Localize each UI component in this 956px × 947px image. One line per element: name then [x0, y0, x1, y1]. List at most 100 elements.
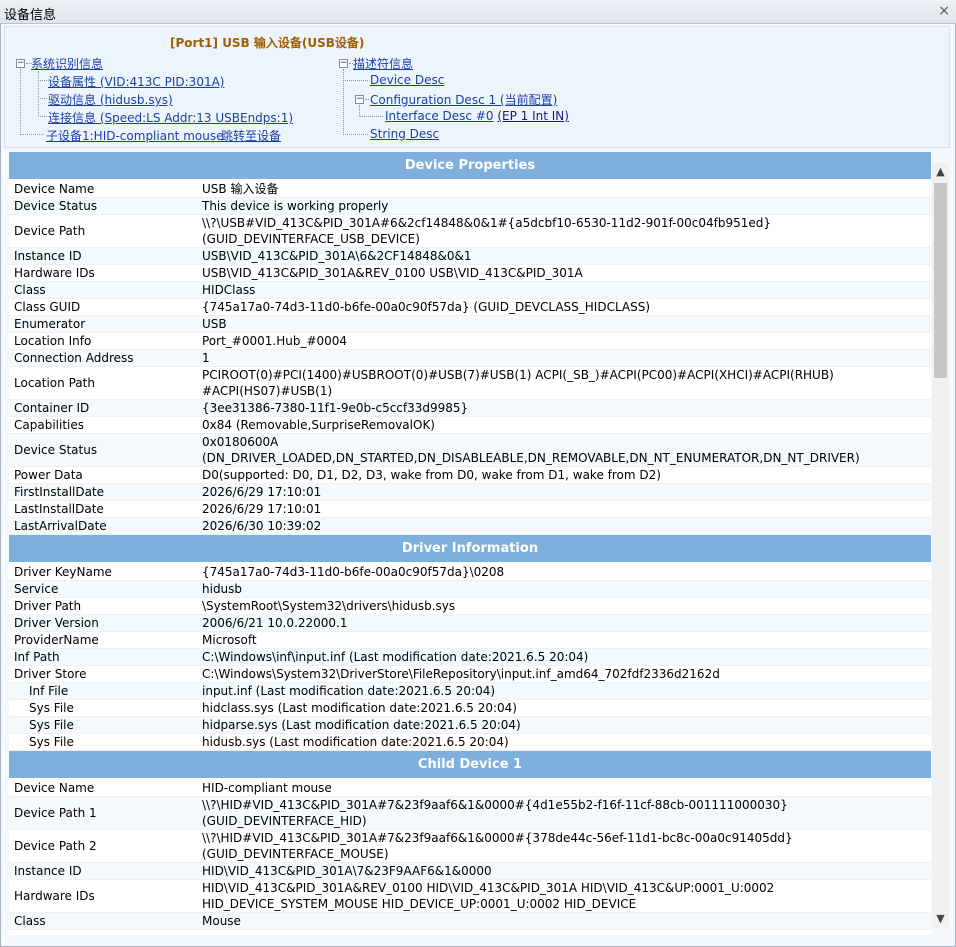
property-value-line: (DN_DRIVER_LOADED,DN_STARTED,DN_DISABLEA… — [202, 451, 860, 465]
property-value: Mouse — [199, 913, 931, 929]
property-key: Location Path — [14, 376, 95, 390]
property-key: Sys File — [29, 718, 74, 732]
property-row: Container ID {3ee31386-7380-11f1-9e0b-c5c… — [9, 400, 931, 417]
tree-device-properties[interactable]: 设备属性 (VID:413C PID:301A) — [48, 75, 224, 89]
port-title: [Port1] USB 输入设备(USB设备) — [170, 36, 365, 50]
property-value-line: C:\Windows\System32\DriverStore\FileRepo… — [202, 667, 720, 681]
property-value-line: \\?\HID#VID_413C&PID_301A#7&23f9aaf6&1&0… — [202, 798, 788, 812]
property-key: Class — [14, 914, 46, 928]
property-row: Device Status This device is working prop… — [9, 198, 931, 215]
tree-string-desc[interactable]: String Desc — [370, 127, 439, 141]
property-value: 0x84 (Removable,SurpriseRemovalOK) — [199, 417, 931, 433]
tree-interface-endpoint[interactable]: (EP 1 Int IN) — [497, 109, 569, 123]
property-value: \\?\USB#VID_413C&PID_301A#6&2cf14848&0&1… — [199, 215, 931, 247]
property-key: Hardware IDs — [14, 266, 95, 280]
property-row: Driver Version 2006/6/21 10.0.22000.1 — [9, 615, 931, 632]
property-value-line: D0(supported: D0, D1, D2, D3, wake from … — [202, 468, 661, 482]
property-row: Device Path 1 \\?\HID#VID_413C&PID_301A#7… — [9, 797, 931, 830]
property-value-line: hidusb — [202, 582, 243, 596]
property-row: Location Path PCIROOT(0)#PCI(1400)#USBROO… — [9, 367, 931, 400]
property-value-line: HID\VID_413C&PID_301A\7&23F9AAF6&1&0000 — [202, 864, 492, 878]
property-value: Port_#0001.Hub_#0004 — [199, 333, 931, 349]
property-value: PCIROOT(0)#PCI(1400)#USBROOT(0)#USB(7)#U… — [199, 367, 931, 399]
property-key: Driver Version — [14, 616, 99, 630]
property-value: 1 — [199, 350, 931, 366]
properties-view: Device Properties Device Name USB 输入设备 Devi… — [9, 152, 931, 935]
property-row: LastArrivalDate 2026/6/30 10:39:02 — [9, 518, 931, 535]
property-row: Class HIDClass — [9, 282, 931, 299]
expand-descriptors-icon[interactable]: − — [339, 59, 348, 68]
property-key: Location Info — [14, 334, 92, 348]
property-key: Hardware IDs — [14, 889, 95, 903]
scroll-thumb[interactable] — [934, 183, 947, 378]
window-title: 设备信息 — [4, 8, 57, 23]
property-value-line: \SystemRoot\System32\drivers\hidusb.sys — [202, 599, 456, 613]
section-header: Device Properties — [9, 152, 931, 179]
tree-config-desc[interactable]: Configuration Desc 1 (当前配置) — [370, 93, 557, 107]
property-key: Device Path 1 — [14, 806, 97, 820]
property-key: Instance ID — [14, 249, 82, 263]
property-row: Sys File hidusb.sys (Last modification da… — [9, 734, 931, 751]
section-device-properties: Device Properties Device Name USB 输入设备 Devi… — [9, 152, 931, 535]
property-row: Device Name USB 输入设备 — [9, 181, 931, 198]
property-value: {745a17a0-74d3-11d0-b6fe-00a0c90f57da} (… — [199, 299, 931, 315]
tree-driver-info[interactable]: 驱动信息 (hidusb.sys) — [48, 93, 173, 107]
tree-child-device[interactable]: 子设备1:HID-compliant mouse — [46, 129, 223, 143]
property-value-line: Mouse — [202, 914, 241, 928]
property-row: Driver KeyName {745a17a0-74d3-11d0-b6fe-0… — [9, 564, 931, 581]
property-value: 2026/6/30 10:39:02 — [199, 518, 931, 534]
property-value: input.inf (Last modification date:2021.6… — [199, 683, 931, 699]
section-child-device: Child Device 1 Device Name HID-compliant m… — [9, 751, 931, 930]
property-value-line: (GUID_DEVINTERFACE_USB_DEVICE) — [202, 232, 420, 246]
tree-interface-desc[interactable]: Interface Desc #0 — [385, 109, 494, 123]
scroll-down-icon[interactable]: ▼ — [932, 910, 949, 927]
property-row: LastInstallDate 2026/6/29 17:10:01 — [9, 501, 931, 518]
property-value-line: HID_DEVICE_SYSTEM_MOUSE HID_DEVICE_UP:00… — [202, 897, 637, 911]
property-row: Service hidusb — [9, 581, 931, 598]
property-row: FirstInstallDate 2026/6/29 17:10:01 — [9, 484, 931, 501]
tree-connection-info[interactable]: 连接信息 (Speed:LS Addr:13 USBEndps:1) — [48, 111, 293, 125]
property-value-line: \\?\USB#VID_413C&PID_301A#6&2cf14848&0&1… — [202, 216, 771, 230]
scroll-up-icon[interactable]: ▲ — [932, 163, 949, 180]
property-value-line: 2026/6/29 17:10:01 — [202, 485, 322, 499]
tree-device-desc[interactable]: Device Desc — [370, 73, 444, 87]
property-row: Enumerator USB — [9, 316, 931, 333]
expand-config-desc-icon[interactable]: − — [355, 95, 364, 104]
tree-descriptors[interactable]: 描述符信息 — [353, 57, 413, 71]
property-row: Hardware IDs USB\VID_413C&PID_301A&REV_01… — [9, 265, 931, 282]
property-row: Hardware IDs HID\VID_413C&PID_301A&REV_01… — [9, 880, 931, 913]
property-value: HID\VID_413C&PID_301A\7&23F9AAF6&1&0000 — [199, 863, 931, 879]
property-value: USB — [199, 316, 931, 332]
property-value: D0(supported: D0, D1, D2, D3, wake from … — [199, 467, 931, 483]
property-value-line: hidparse.sys (Last modification date:202… — [202, 718, 521, 732]
vertical-scrollbar[interactable]: ▲ ▼ — [932, 163, 949, 927]
property-key: LastArrivalDate — [14, 519, 107, 533]
property-value-line: USB\VID_413C&PID_301A&REV_0100 USB\VID_4… — [202, 266, 583, 280]
property-row: Device Name HID-compliant mouse — [9, 780, 931, 797]
expand-system-info-icon[interactable]: − — [16, 59, 25, 68]
property-key: Sys File — [29, 701, 74, 715]
property-key: Driver KeyName — [14, 565, 112, 579]
property-value-line: HID-compliant mouse — [202, 781, 332, 795]
property-row: Sys File hidparse.sys (Last modification … — [9, 717, 931, 734]
property-value: Microsoft — [199, 632, 931, 648]
property-value: This device is working properly — [199, 198, 931, 214]
section-driver-information: Driver Information Driver KeyName {745a17a… — [9, 535, 931, 751]
property-row: Connection Address 1 — [9, 350, 931, 367]
property-value: hidusb — [199, 581, 931, 597]
property-value-line: {3ee31386-7380-11f1-9e0b-c5ccf33d9985} — [202, 401, 469, 415]
property-key: Instance ID — [14, 864, 82, 878]
property-value: HID-compliant mouse — [199, 780, 931, 796]
property-key: Class — [14, 283, 46, 297]
property-value: 2026/6/29 17:10:01 — [199, 484, 931, 500]
property-key: ProviderName — [14, 633, 99, 647]
property-row: Location Info Port_#0001.Hub_#0004 — [9, 333, 931, 350]
close-icon[interactable]: × — [938, 3, 950, 19]
property-value-line: (GUID_DEVINTERFACE_HID) — [202, 814, 367, 828]
tree-system-info[interactable]: 系统识别信息 — [31, 57, 103, 71]
property-value-line: USB\VID_413C&PID_301A\6&2CF14848&0&1 — [202, 249, 472, 263]
property-key: Device Path — [14, 224, 86, 238]
jump-to-device-link[interactable]: 跳转至设备 — [221, 129, 281, 143]
property-row: Class GUID {745a17a0-74d3-11d0-b6fe-00a0c… — [9, 299, 931, 316]
property-row: Driver Path \SystemRoot\System32\drivers\… — [9, 598, 931, 615]
